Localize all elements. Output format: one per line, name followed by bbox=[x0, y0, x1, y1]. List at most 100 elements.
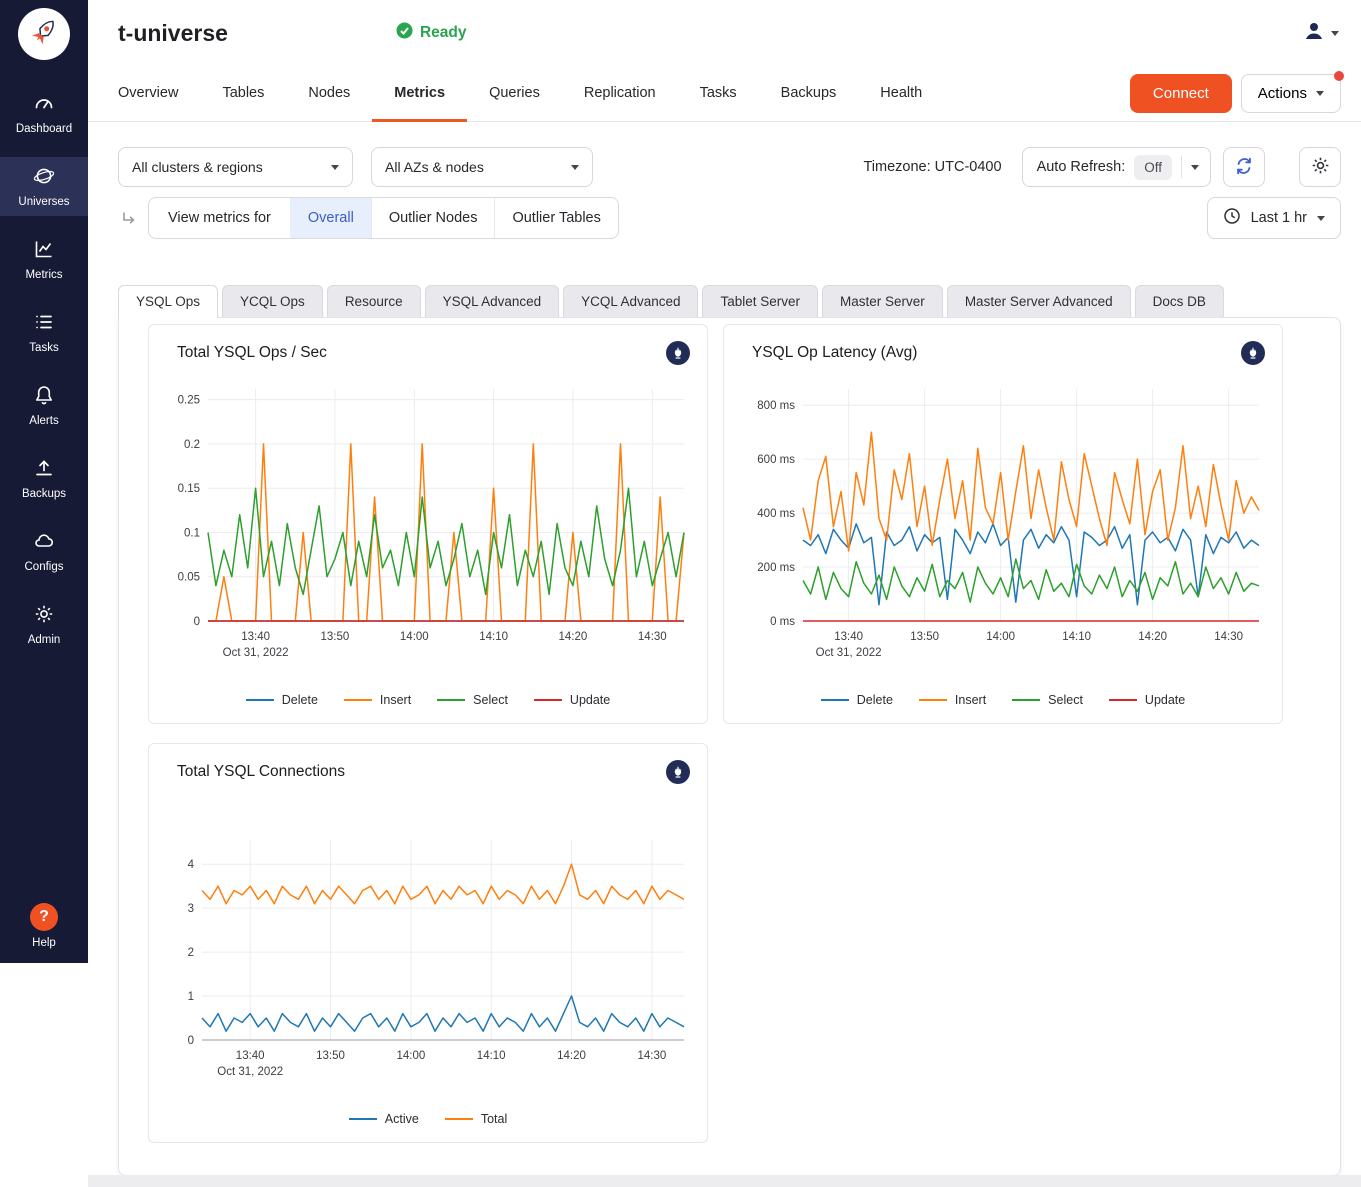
auto-refresh-value: Off bbox=[1134, 155, 1172, 180]
metric-tab-bar: YSQL Ops YCQL Ops Resource YSQL Advanced… bbox=[118, 285, 1341, 317]
legend-label: Select bbox=[1048, 693, 1083, 707]
legend-label: Update bbox=[570, 693, 610, 707]
sidebar-item-admin[interactable]: Admin bbox=[0, 595, 88, 654]
clusters-select[interactable]: All clusters & regions bbox=[118, 147, 353, 187]
tab-queries[interactable]: Queries bbox=[467, 66, 562, 122]
auto-refresh-label: Auto Refresh: bbox=[1037, 159, 1126, 175]
auto-refresh-control[interactable]: Auto Refresh: Off bbox=[1022, 147, 1211, 187]
line-chart-total-ysql-ops[interactable]: 00.050.10.150.20.2513:40Oct 31, 202213:5… bbox=[162, 375, 694, 675]
sidebar-item-configs[interactable]: Configs bbox=[0, 522, 88, 581]
chevron-down-icon bbox=[1331, 31, 1339, 36]
sidebar-item-dashboard[interactable]: Dashboard bbox=[0, 84, 88, 143]
svg-text:0.1: 0.1 bbox=[184, 528, 200, 540]
legend-item[interactable]: Insert bbox=[344, 693, 411, 707]
metric-tab-ycql-ops[interactable]: YCQL Ops bbox=[222, 285, 323, 317]
metric-tab-resource[interactable]: Resource bbox=[327, 285, 421, 317]
svg-text:14:00: 14:00 bbox=[397, 1050, 426, 1062]
tab-health[interactable]: Health bbox=[858, 66, 944, 122]
dashboard-icon bbox=[33, 92, 55, 117]
time-range-select[interactable]: Last 1 hr bbox=[1207, 197, 1341, 239]
legend-item[interactable]: Total bbox=[445, 1112, 507, 1126]
clock-icon bbox=[1223, 207, 1241, 229]
timezone-label: Timezone: UTC-0400 bbox=[863, 159, 1001, 175]
sidebar-item-label: Metrics bbox=[25, 269, 62, 281]
legend-label: Active bbox=[385, 1112, 419, 1126]
legend-label: Total bbox=[481, 1112, 507, 1126]
tab-tasks[interactable]: Tasks bbox=[678, 66, 759, 122]
legend-item[interactable]: Update bbox=[1109, 693, 1185, 707]
view-tab-outlier-tables[interactable]: Outlier Tables bbox=[494, 198, 617, 238]
svg-text:1: 1 bbox=[188, 991, 194, 1003]
sidebar-item-backups[interactable]: Backups bbox=[0, 449, 88, 508]
nav-actions-group: Connect Actions bbox=[1130, 74, 1341, 113]
line-chart-total-ysql-connections[interactable]: 0123413:40Oct 31, 202213:5014:0014:1014:… bbox=[162, 794, 694, 1094]
legend-label: Delete bbox=[857, 693, 893, 707]
settings-button[interactable] bbox=[1299, 147, 1341, 187]
sidebar-item-metrics[interactable]: Metrics bbox=[0, 230, 88, 289]
legend-item[interactable]: Delete bbox=[821, 693, 893, 707]
svg-text:0 ms: 0 ms bbox=[770, 616, 795, 628]
svg-text:14:00: 14:00 bbox=[986, 631, 1015, 643]
metric-tab-ysql-ops[interactable]: YSQL Ops bbox=[118, 285, 218, 318]
notification-dot bbox=[1334, 71, 1344, 81]
prometheus-icon[interactable] bbox=[666, 341, 690, 365]
legend-item[interactable]: Select bbox=[1012, 693, 1083, 707]
chevron-down-icon bbox=[1317, 216, 1325, 221]
svg-text:800 ms: 800 ms bbox=[757, 400, 795, 412]
legend-swatch bbox=[246, 699, 274, 701]
prometheus-icon[interactable] bbox=[666, 760, 690, 784]
tab-replication[interactable]: Replication bbox=[562, 66, 678, 122]
sidebar-item-alerts[interactable]: Alerts bbox=[0, 376, 88, 435]
actions-button[interactable]: Actions bbox=[1241, 74, 1341, 113]
metric-tab-ysql-advanced[interactable]: YSQL Advanced bbox=[425, 285, 560, 317]
metric-tab-master-server-advanced[interactable]: Master Server Advanced bbox=[947, 285, 1131, 317]
connect-button[interactable]: Connect bbox=[1130, 74, 1232, 113]
tab-overview[interactable]: Overview bbox=[118, 66, 200, 122]
chart-header: YSQL Op Latency (Avg) bbox=[737, 341, 1269, 365]
tab-metrics[interactable]: Metrics bbox=[372, 66, 467, 122]
sidebar-item-help[interactable]: Help bbox=[30, 903, 58, 949]
nodes-select[interactable]: All AZs & nodes bbox=[371, 147, 593, 187]
legend-item[interactable]: Update bbox=[534, 693, 610, 707]
legend-item[interactable]: Select bbox=[437, 693, 508, 707]
legend-item[interactable]: Active bbox=[349, 1112, 419, 1126]
topbar: t-universe Ready bbox=[88, 0, 1361, 66]
sidebar-item-label: Alerts bbox=[29, 415, 58, 427]
chevron-down-icon bbox=[1191, 165, 1199, 170]
svg-text:13:50: 13:50 bbox=[910, 631, 939, 643]
sidebar-item-label: Dashboard bbox=[16, 123, 72, 135]
chart-title: Total YSQL Connections bbox=[177, 763, 345, 781]
tab-tables[interactable]: Tables bbox=[200, 66, 286, 122]
prometheus-icon[interactable] bbox=[1241, 341, 1265, 365]
sidebar-item-tasks[interactable]: Tasks bbox=[0, 303, 88, 362]
refresh-button[interactable] bbox=[1223, 147, 1265, 187]
svg-text:14:20: 14:20 bbox=[559, 631, 588, 643]
sidebar-item-label: Backups bbox=[22, 488, 66, 500]
tab-backups[interactable]: Backups bbox=[759, 66, 859, 122]
metric-tab-master-server[interactable]: Master Server bbox=[822, 285, 943, 317]
clusters-select-value: All clusters & regions bbox=[132, 159, 263, 175]
view-tab-overall[interactable]: Overall bbox=[290, 198, 371, 238]
legend-label: Update bbox=[1145, 693, 1185, 707]
legend-item[interactable]: Insert bbox=[919, 693, 986, 707]
view-tab-outlier-nodes[interactable]: Outlier Nodes bbox=[371, 198, 495, 238]
view-metrics-label: View metrics for bbox=[149, 198, 290, 238]
legend-swatch bbox=[1109, 699, 1137, 701]
help-icon bbox=[30, 903, 58, 931]
line-chart-ysql-op-latency[interactable]: 0 ms200 ms400 ms600 ms800 ms13:40Oct 31,… bbox=[737, 375, 1269, 675]
app-logo[interactable] bbox=[18, 8, 70, 60]
metric-tab-ycql-advanced[interactable]: YCQL Advanced bbox=[563, 285, 698, 317]
chart-legend: Delete Insert Select Update bbox=[162, 693, 694, 713]
metric-tab-tablet-server[interactable]: Tablet Server bbox=[702, 285, 818, 317]
legend-swatch bbox=[437, 699, 465, 701]
filter-row-2: View metrics for Overall Outlier Nodes O… bbox=[118, 197, 1341, 239]
svg-text:14:20: 14:20 bbox=[1138, 631, 1167, 643]
legend-label: Select bbox=[473, 693, 508, 707]
sidebar-item-universes[interactable]: Universes bbox=[0, 157, 88, 216]
user-menu[interactable] bbox=[1303, 20, 1339, 47]
metric-tab-docs-db[interactable]: Docs DB bbox=[1135, 285, 1224, 317]
divider bbox=[1181, 156, 1182, 178]
sidebar: Dashboard Universes Metrics Tasks bbox=[0, 0, 88, 963]
legend-item[interactable]: Delete bbox=[246, 693, 318, 707]
tab-nodes[interactable]: Nodes bbox=[286, 66, 372, 122]
